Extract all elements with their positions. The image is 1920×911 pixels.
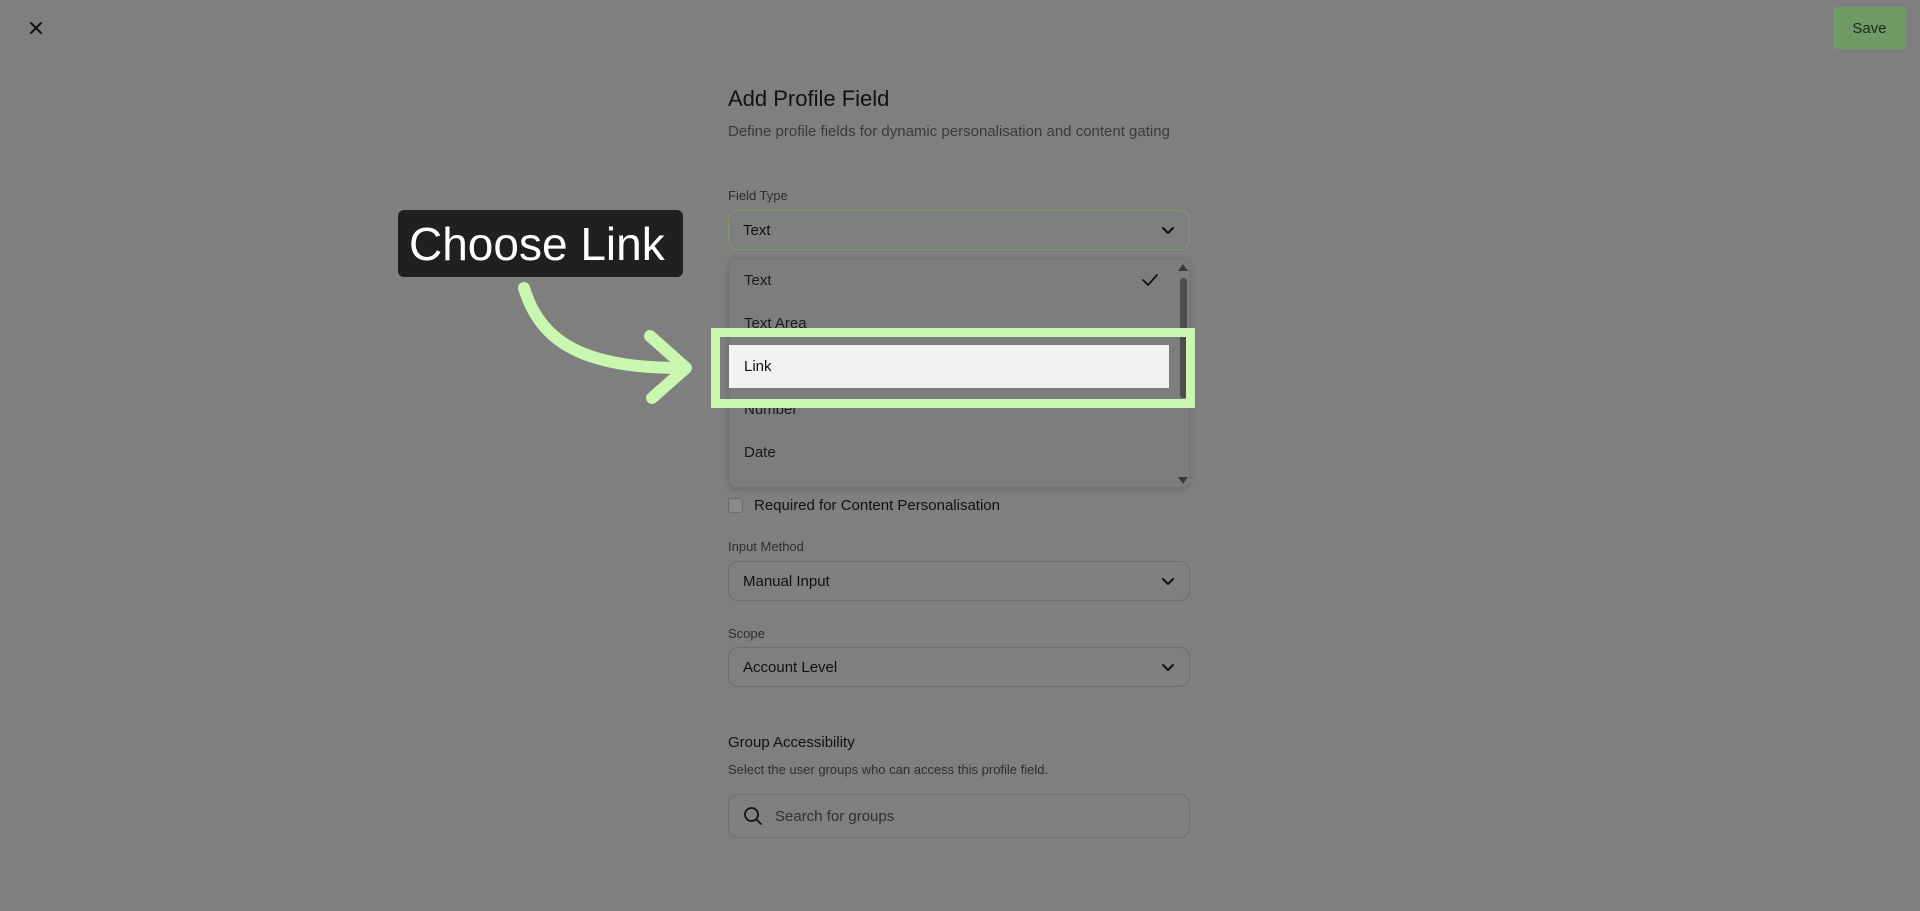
option-text-area[interactable]: Text Area — [729, 302, 1169, 345]
required-checkbox[interactable] — [728, 498, 743, 513]
field-type-select[interactable]: Text — [728, 210, 1190, 250]
group-accessibility-title: Group Accessibility — [728, 734, 855, 751]
page-title: Add Profile Field — [728, 86, 890, 111]
page-subtitle: Define profile fields for dynamic person… — [728, 123, 1170, 140]
checkmark-icon — [1142, 274, 1158, 286]
field-type-value: Text — [743, 221, 771, 239]
save-button[interactable]: Save — [1833, 7, 1906, 49]
required-checkbox-label: Required for Content Personalisation — [754, 497, 1000, 514]
search-icon — [744, 807, 762, 825]
option-link[interactable]: Link — [729, 345, 1169, 388]
input-method-value: Manual Input — [743, 572, 830, 590]
callout-label: Choose Link — [398, 210, 683, 277]
option-label: Date — [744, 444, 776, 461]
scroll-down-icon[interactable] — [1178, 477, 1188, 484]
option-number[interactable]: Number — [729, 388, 1169, 431]
scope-label: Scope — [728, 626, 765, 641]
input-method-label: Input Method — [728, 539, 804, 554]
option-text[interactable]: Text — [729, 259, 1169, 302]
option-date[interactable]: Date — [729, 431, 1169, 474]
option-label: Text — [744, 272, 772, 289]
input-method-select[interactable]: Manual Input — [728, 561, 1190, 601]
option-label: Text Area — [744, 315, 807, 332]
scroll-up-icon[interactable] — [1178, 264, 1188, 271]
required-checkbox-row[interactable]: Required for Content Personalisation — [728, 497, 1000, 514]
close-button[interactable] — [24, 16, 48, 40]
field-type-label: Field Type — [728, 188, 788, 203]
field-type-dropdown[interactable]: Text Text Area Link Number Date — [728, 258, 1190, 488]
chevron-down-icon — [1161, 574, 1175, 588]
option-label: Number — [744, 401, 798, 418]
arrow-icon — [518, 282, 692, 404]
chevron-down-icon — [1161, 223, 1175, 237]
group-search-field[interactable] — [728, 794, 1190, 838]
group-accessibility-subtitle: Select the user groups who can access th… — [728, 762, 1049, 777]
close-icon — [30, 22, 42, 34]
scope-select[interactable]: Account Level — [728, 647, 1190, 687]
group-search-input[interactable] — [773, 806, 1175, 826]
dropdown-scrollbar[interactable] — [1180, 278, 1187, 398]
option-label: Link — [744, 358, 772, 375]
chevron-down-icon — [1161, 660, 1175, 674]
scope-value: Account Level — [743, 658, 838, 676]
